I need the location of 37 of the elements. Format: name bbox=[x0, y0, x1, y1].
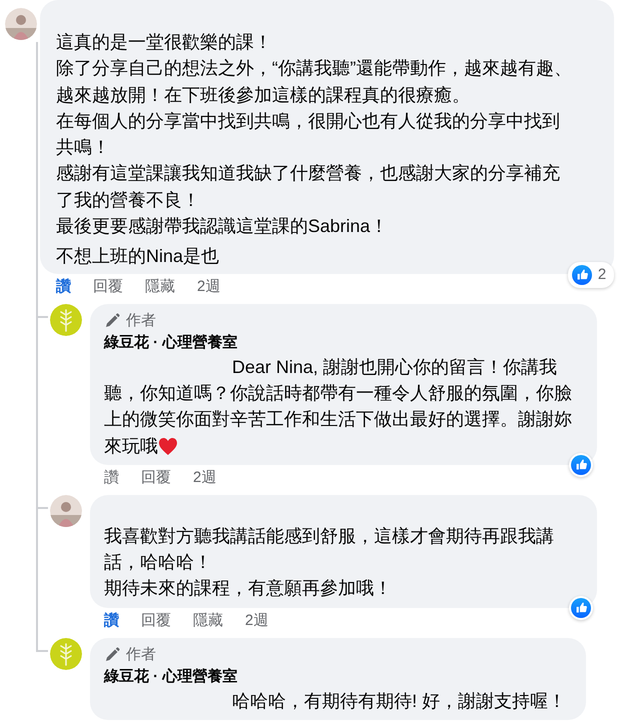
action-link[interactable]: 回覆 bbox=[141, 468, 171, 488]
action-link[interactable]: 回覆 bbox=[93, 277, 123, 296]
comment-text: 這真的是一堂很歡樂的課！ bbox=[56, 32, 272, 52]
avatar bbox=[50, 494, 82, 527]
comment-text: 我喜歡對方聽我講話能感到舒服，這樣才會期待再跟我講話，哈哈哈！ bbox=[104, 526, 554, 572]
author-label: 作者 bbox=[126, 645, 156, 664]
comment-text: Dear Nina, 謝謝也開心你的留言！你講我聽，你知道嗎？你說話時都帶有一種令人舒服的氛圍，你臉上的微笑你面對辛苦工作和生活下做出最好的選擇。謝謝妳來玩哦 bbox=[104, 356, 572, 456]
comment-text: 最後更要感謝帶我認識這堂課的Sabrina！ bbox=[56, 216, 388, 236]
timestamp[interactable]: 2週 bbox=[245, 611, 268, 630]
comment-text: 在每個人的分享當中找到共鳴，很開心也有人從我的分享中找到共鳴！ bbox=[56, 110, 560, 158]
timestamp[interactable]: 2週 bbox=[193, 468, 216, 488]
timestamp[interactable]: 2週 bbox=[197, 277, 220, 296]
like-link[interactable]: 讚 bbox=[104, 468, 119, 488]
action-link[interactable]: 回覆 bbox=[141, 611, 171, 630]
like-link[interactable]: 讚 bbox=[104, 611, 119, 630]
pencil-icon bbox=[104, 313, 120, 328]
pencil-icon bbox=[104, 647, 120, 662]
comment-text: 不想上班的Nina是也 bbox=[56, 246, 220, 266]
avatar bbox=[50, 638, 82, 670]
comment-text: 感謝有這堂課讓我知道我缺了什麼營養，也感謝大家的分享補充了我的營養不良！ bbox=[56, 163, 560, 210]
thumbs-up-icon bbox=[571, 454, 592, 475]
author-name[interactable]: 綠豆花 · 心理營養室 bbox=[104, 666, 566, 688]
action-link[interactable]: 隱藏 bbox=[193, 611, 223, 630]
like-link[interactable]: 讚 bbox=[56, 277, 71, 296]
avatar bbox=[5, 8, 37, 40]
avatar bbox=[50, 304, 82, 336]
thumbs-up-icon bbox=[572, 264, 592, 285]
comment-text: 哈哈哈，有期待有期待! 好，謝謝支持喔！ bbox=[232, 690, 566, 711]
action-link[interactable]: 隱藏 bbox=[145, 277, 175, 296]
reaction-badge[interactable] bbox=[569, 596, 594, 620]
comment-text: 期待未來的課程，有意願再參加哦！ bbox=[104, 578, 392, 598]
comment-text: 除了分享自己的想法之外，“你講我聽”還能帶動作，越來越有趣、越來越放開！在下班後參加這樣的課程真的很療癒。 bbox=[56, 58, 572, 105]
author-name[interactable]: 綠豆花 · 心理營養室 bbox=[104, 332, 578, 354]
thumbs-up-icon bbox=[571, 598, 592, 618]
author-label: 作者 bbox=[126, 311, 156, 330]
reaction-badge[interactable] bbox=[569, 452, 594, 477]
reaction-badge[interactable]: 2 bbox=[568, 262, 614, 288]
